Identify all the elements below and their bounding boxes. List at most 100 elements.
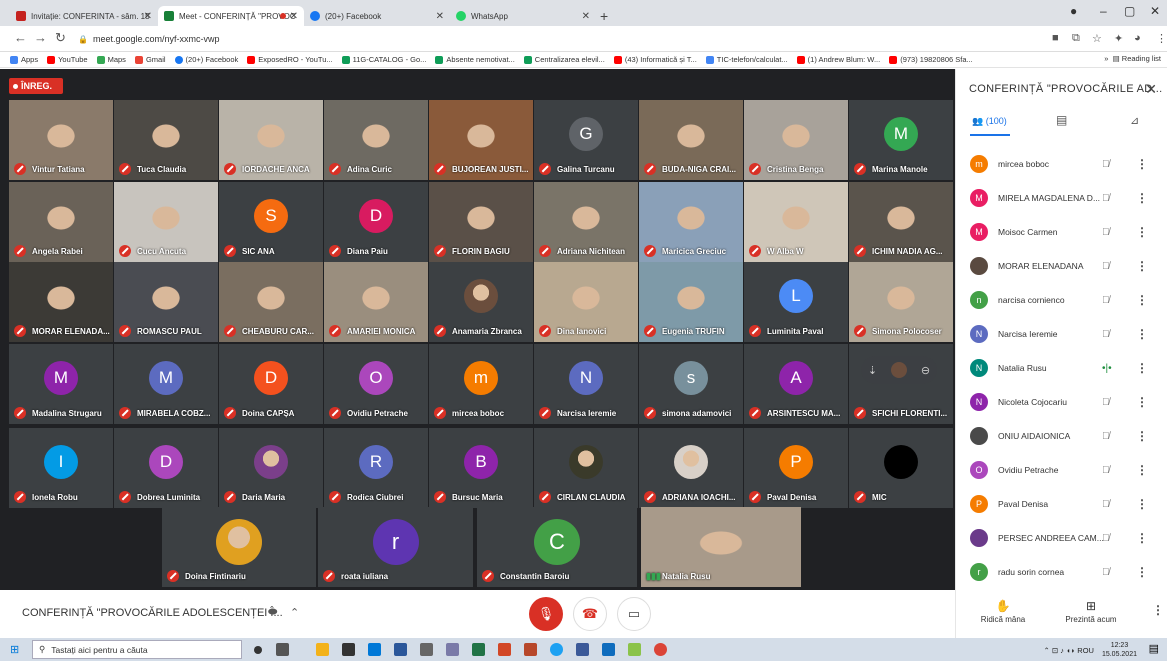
- word-icon[interactable]: [394, 643, 407, 656]
- more-options-icon[interactable]: ⋮: [1136, 191, 1148, 205]
- present-now-button[interactable]: ⊞ Prezintă acum: [1060, 599, 1122, 624]
- more-options-icon[interactable]: ⋮: [1136, 361, 1148, 375]
- participant-tile[interactable]: ⇣ ⊖ SFICHI FLORENTI...: [849, 344, 953, 424]
- tab-invitation[interactable]: Invitație: CONFERINTA - sâm. 15 ✕: [10, 6, 158, 26]
- more-options-icon[interactable]: ⋮: [1136, 259, 1148, 273]
- participant-tile[interactable]: Adina Curic: [324, 100, 428, 180]
- participant-tile[interactable]: Eugenia TRUFIN: [639, 262, 743, 342]
- back-button[interactable]: ←: [14, 30, 27, 45]
- more-options-icon[interactable]: ⋮: [1136, 293, 1148, 307]
- participant-tile[interactable]: R Rodica Ciubrei: [324, 428, 428, 508]
- maximize-button[interactable]: ▢: [1124, 4, 1135, 18]
- participant-tile[interactable]: ▮▮▮ Natalia Rusu: [641, 507, 801, 587]
- participant-tile[interactable]: MORAR ELENADA...: [9, 262, 113, 342]
- participant-tile[interactable]: BUDA-NIGA CRAI...: [639, 100, 743, 180]
- participant-tile[interactable]: Anamaria Zbranca: [429, 262, 533, 342]
- camera-toggle-button[interactable]: ▭: [617, 597, 651, 631]
- star-icon[interactable]: ☆: [1092, 32, 1102, 45]
- more-options-icon[interactable]: ⋮: [1152, 603, 1164, 617]
- close-icon[interactable]: ✕: [582, 11, 590, 22]
- mic-off-icon[interactable]: 🎙̸: [1102, 227, 1110, 238]
- mic-off-icon[interactable]: 🎙̸: [1102, 329, 1110, 340]
- more-options-icon[interactable]: ⋮: [1136, 395, 1148, 409]
- participant-tile[interactable]: m mircea boboc: [429, 344, 533, 424]
- mic-off-icon[interactable]: 🎙̸: [1102, 431, 1110, 442]
- mic-off-icon[interactable]: 🎙̸: [1102, 193, 1110, 204]
- leave-call-button[interactable]: ☎: [573, 597, 607, 631]
- participant-tile[interactable]: ADRIANA IOACHI...: [639, 428, 743, 508]
- clock[interactable]: 12:23 15.05.2021: [1102, 641, 1137, 659]
- powerpoint-icon[interactable]: [498, 643, 511, 656]
- tab-whatsapp[interactable]: WhatsApp ✕: [450, 6, 596, 26]
- mail-icon[interactable]: [368, 643, 381, 656]
- participant-tile[interactable]: IORDACHE ANCA: [219, 100, 323, 180]
- settings-icon[interactable]: [420, 643, 433, 656]
- tab-meet[interactable]: Meet - CONFERINȚĂ "PROVOC ✕: [158, 6, 304, 26]
- participant-tile[interactable]: FLORIN BAGIU: [429, 182, 533, 262]
- mic-off-icon[interactable]: 🎙̸: [1102, 295, 1110, 306]
- task-view-icon[interactable]: [276, 643, 289, 656]
- bookmark-maps[interactable]: Maps: [96, 55, 126, 64]
- close-icon[interactable]: ✕: [436, 11, 444, 22]
- bookmark-gmail[interactable]: Gmail: [134, 55, 166, 64]
- participant-tile[interactable]: Angela Rabei: [9, 182, 113, 262]
- participant-tile[interactable]: D Dobrea Luminita: [114, 428, 218, 508]
- remove-icon[interactable]: ⊖: [921, 364, 930, 377]
- extensions-icon[interactable]: ✦: [1114, 32, 1123, 45]
- participant-tile[interactable]: Simona Polocoser: [849, 262, 953, 342]
- participant-tile[interactable]: Maricica Greciuc: [639, 182, 743, 262]
- profile-icon[interactable]: ●: [1070, 4, 1077, 18]
- participant-tile[interactable]: Adriana Nichitean: [534, 182, 638, 262]
- mic-off-icon[interactable]: 🎙̸: [1102, 499, 1110, 510]
- bookmark-tic[interactable]: TIC-telefon/calculat...: [705, 55, 788, 64]
- app4-icon[interactable]: [628, 643, 641, 656]
- participant-row[interactable]: N Nicoleta Cojocariu 🎙̸ ⋮: [956, 385, 1167, 419]
- participant-tile[interactable]: BUJOREAN JUSTI...: [429, 100, 533, 180]
- participant-tile[interactable]: M MIRABELA COBZ...: [114, 344, 218, 424]
- participant-row[interactable]: N Narcisa Ieremie 🎙̸ ⋮: [956, 317, 1167, 351]
- more-options-icon[interactable]: ⋮: [1136, 531, 1148, 545]
- participant-tile[interactable]: Vintur Tatiana: [9, 100, 113, 180]
- participant-row[interactable]: N Natalia Rusu •|• ⋮: [956, 351, 1167, 385]
- participant-row[interactable]: M Moisoc Carmen 🎙̸ ⋮: [956, 215, 1167, 249]
- participant-tile[interactable]: Doina Fintinariu: [162, 507, 316, 587]
- participant-tile[interactable]: B Bursuc Maria: [429, 428, 533, 508]
- more-options-icon[interactable]: ⋮: [1136, 157, 1148, 171]
- participant-tile[interactable]: M Madalina Strugaru: [9, 344, 113, 424]
- participant-tile[interactable]: D Diana Paiu: [324, 182, 428, 262]
- participant-tile[interactable]: N Narcisa Ieremie: [534, 344, 638, 424]
- camera-icon[interactable]: ■: [1052, 32, 1059, 44]
- participant-tile[interactable]: ROMASCU PAUL: [114, 262, 218, 342]
- chevron-up-icon[interactable]: ⌃: [290, 606, 299, 619]
- close-icon[interactable]: ✕: [290, 11, 298, 22]
- participant-tile[interactable]: Tuca Claudia: [114, 100, 218, 180]
- mic-off-icon[interactable]: 🎙̸: [1102, 397, 1110, 408]
- participant-tile[interactable]: s simona adamovici: [639, 344, 743, 424]
- reading-list-button[interactable]: » ▤ Reading list: [1104, 54, 1161, 63]
- cortana-icon[interactable]: [254, 646, 262, 654]
- menu-icon[interactable]: ⋮: [1156, 32, 1167, 45]
- pin-controls[interactable]: ⇣ ⊖: [861, 356, 937, 384]
- participant-row[interactable]: m mircea boboc 🎙̸ ⋮: [956, 147, 1167, 181]
- participant-row[interactable]: n narcisa cornienco 🎙̸ ⋮: [956, 283, 1167, 317]
- participant-tile[interactable]: S SIC ANA: [219, 182, 323, 262]
- participant-tile[interactable]: W Alba W: [744, 182, 848, 262]
- participant-tile[interactable]: C Constantin Baroiu: [477, 507, 637, 587]
- participant-row[interactable]: M MIRELA MAGDALENA D... 🎙̸ ⋮: [956, 181, 1167, 215]
- edge-icon[interactable]: [550, 643, 563, 656]
- new-tab-button[interactable]: +: [600, 8, 608, 24]
- participant-tile[interactable]: AMARIEI MONICA: [324, 262, 428, 342]
- minimize-button[interactable]: –: [1100, 4, 1107, 18]
- store-icon[interactable]: [342, 643, 355, 656]
- app-icon[interactable]: [446, 643, 459, 656]
- bookmark-youtube[interactable]: YouTube: [47, 55, 88, 64]
- app3-icon[interactable]: [602, 643, 615, 656]
- notifications-icon[interactable]: ▤: [1149, 642, 1159, 655]
- bookmark-centralizarea[interactable]: Centralizarea elevil...: [523, 55, 605, 64]
- participant-tile[interactable]: CIRLAN CLAUDIA: [534, 428, 638, 508]
- participant-tile[interactable]: Daria Maria: [219, 428, 323, 508]
- app2-icon[interactable]: [576, 643, 589, 656]
- participant-row[interactable]: MORAR ELENADANA 🎙̸ ⋮: [956, 249, 1167, 283]
- mic-off-icon[interactable]: 🎙̸: [1102, 465, 1110, 476]
- more-options-icon[interactable]: ⋮: [1136, 429, 1148, 443]
